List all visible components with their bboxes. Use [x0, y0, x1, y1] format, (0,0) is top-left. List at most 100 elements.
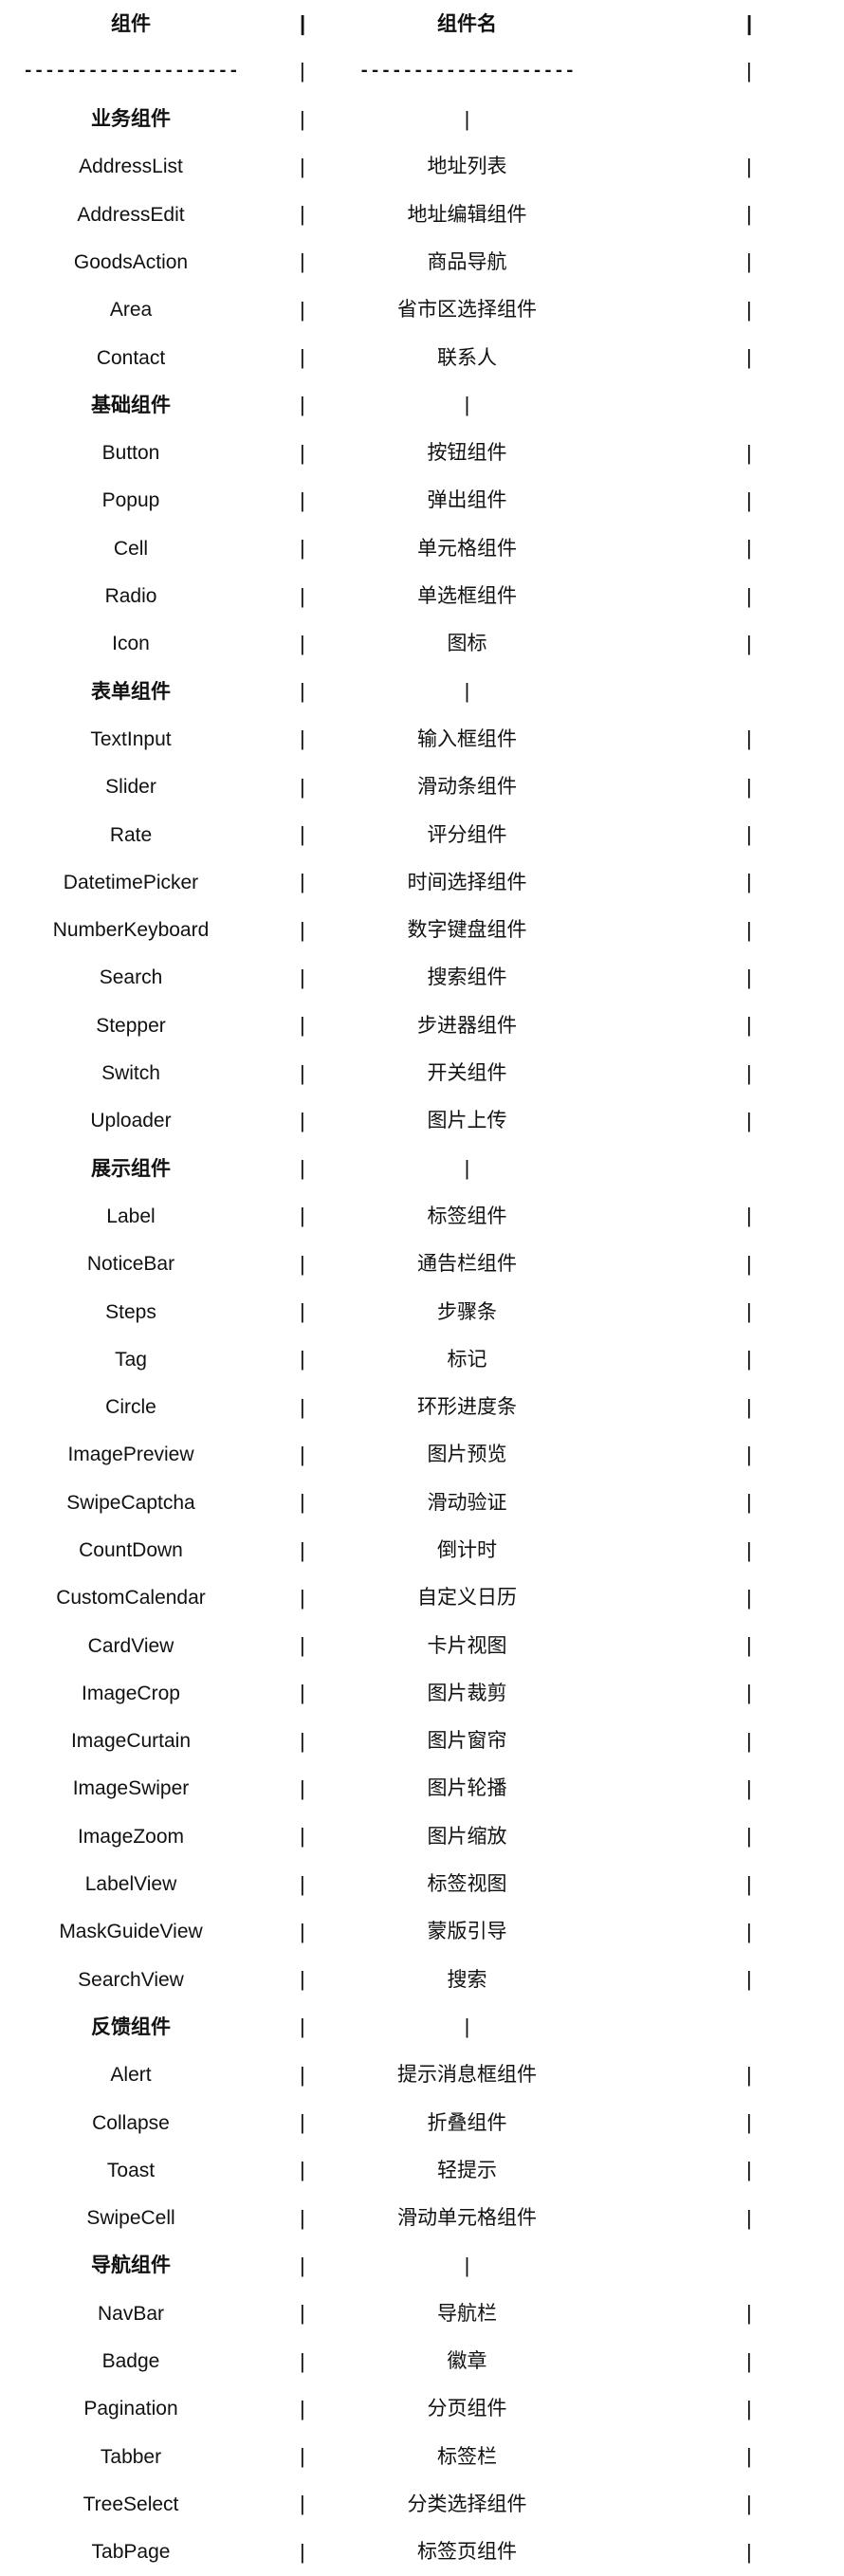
pipe-delimiter: | [300, 2205, 305, 2230]
pipe-delimiter: | [300, 2062, 305, 2087]
group-desc-empty: | [319, 2242, 746, 2290]
pipe-delimiter: | [746, 345, 752, 370]
row-pipe-1: | [300, 2003, 319, 2051]
pipe-delimiter: | [746, 1060, 752, 1085]
separator-pipe-1: | [300, 47, 319, 95]
row-pipe-2: | [746, 2529, 844, 2576]
table-row: ImagePreview | 图片预览 | [0, 1431, 844, 1479]
table-row: Toast | 轻提示 | [0, 2146, 844, 2194]
component-name: CardView [87, 1634, 174, 1657]
row-pipe-2: | [746, 191, 844, 238]
component-name: Toast [106, 2159, 156, 2181]
pipe-delimiter: | [300, 1394, 305, 1419]
pipe-delimiter: | [300, 1251, 305, 1276]
component-description: 分页组件 [427, 2398, 507, 2420]
row-pipe-1: | [300, 858, 319, 906]
table-group-row: 基础组件 | | [0, 381, 844, 429]
pipe-delimiter: | [746, 1633, 752, 1658]
row-pipe-2: | [746, 1097, 844, 1145]
pipe-delimiter: | [300, 2444, 305, 2469]
component-name: NoticeBar [86, 1253, 175, 1276]
component-name: Pagination [83, 2398, 178, 2420]
row-pipe-1: | [300, 1527, 319, 1574]
row-pipe-2: | [746, 2195, 844, 2242]
component-name: AddressEdit [77, 203, 185, 226]
row-pipe-2: | [746, 1669, 844, 1717]
row-pipe-1: | [300, 1861, 319, 1908]
row-pipe-2: | [746, 238, 844, 285]
pipe-delimiter: | [300, 1347, 305, 1371]
row-pipe-2: | [746, 2480, 844, 2528]
component-description: 弹出组件 [427, 489, 507, 512]
pipe-delimiter: | [300, 345, 305, 370]
component-description: 标签页组件 [417, 2541, 517, 2564]
row-pipe-2: | [746, 858, 844, 906]
component-name: Collapse [92, 2111, 170, 2134]
pipe-delimiter: | [746, 2301, 752, 2326]
component-name: NumberKeyboard [52, 919, 210, 942]
component-name: CustomCalendar [56, 1587, 206, 1610]
pipe-delimiter: | [746, 1824, 752, 1849]
row-pipe-2: | [746, 1718, 844, 1765]
component-name: TreeSelect [83, 2493, 179, 2515]
component-name: Label [106, 1205, 156, 1227]
table-row: Radio | 单选框组件 | [0, 573, 844, 620]
pipe-delimiter: | [746, 1490, 752, 1515]
component-description: 卡片视图 [427, 1634, 507, 1657]
row-pipe-2: | [746, 143, 844, 191]
row-pipe-1: | [300, 1431, 319, 1479]
component-name: Cell [113, 537, 149, 560]
component-name: AddressList [79, 156, 183, 178]
table-row: Icon | 图标 | [0, 620, 844, 668]
component-name: SwipeCell [86, 2207, 175, 2230]
row-pipe-1: | [300, 1718, 319, 1765]
pipe-delimiter: | [746, 631, 752, 655]
component-name: Stepper [96, 1014, 166, 1037]
row-pipe-2-empty [746, 1145, 844, 1192]
row-pipe-1: | [300, 1192, 319, 1240]
pipe-delimiter: | [746, 2492, 752, 2516]
pipe-delimiter: | [746, 1585, 752, 1610]
row-pipe-2: | [746, 1861, 844, 1908]
pipe-delimiter: | [746, 2062, 752, 2087]
component-description: 滑动条组件 [417, 776, 517, 799]
component-name: Steps [105, 1300, 156, 1323]
pipe-delimiter: | [300, 1585, 305, 1610]
pipe-delimiter: | [300, 679, 305, 704]
table-row: DatetimePicker | 时间选择组件 | [0, 858, 844, 906]
pipe-delimiter: | [746, 1394, 752, 1419]
table-row: NavBar | 导航栏 | [0, 2290, 844, 2337]
pipe-delimiter: | [300, 249, 305, 274]
pipe-delimiter: | [746, 774, 752, 799]
pipe-delimiter: | [746, 1967, 752, 1992]
table-row: CardView | 卡片视图 | [0, 1622, 844, 1669]
component-name: Button [101, 442, 160, 465]
pipe-delimiter: | [300, 1156, 305, 1181]
component-name: ImageCurtain [70, 1730, 192, 1753]
component-description: 单选框组件 [417, 585, 517, 608]
component-description: 图片上传 [427, 1110, 507, 1132]
row-pipe-1: | [300, 286, 319, 334]
pipe-delimiter: | [746, 1871, 752, 1896]
table-row: Area | 省市区选择组件 | [0, 286, 844, 334]
pipe-delimiter: | [300, 1108, 305, 1132]
row-pipe-1: | [300, 1335, 319, 1383]
component-description: 步骤条 [437, 1300, 497, 1323]
pipe-delimiter: | [300, 1824, 305, 1849]
row-pipe-1: | [300, 2385, 319, 2433]
table-row: Switch | 开关组件 | [0, 1050, 844, 1097]
component-name: CountDown [79, 1539, 183, 1561]
component-name: TextInput [90, 727, 172, 750]
table-body: 组件 | 组件名 | -------------------- | ------------… [0, 0, 844, 2576]
component-name: Area [109, 299, 153, 322]
row-pipe-2: | [746, 2146, 844, 2194]
row-pipe-2: | [746, 1241, 844, 1288]
table-row: ImageCurtain | 图片窗帘 | [0, 1718, 844, 1765]
pipe-delimiter: | [464, 1156, 470, 1181]
pipe-delimiter: | [300, 2110, 305, 2135]
table-row: CustomCalendar | 自定义日历 | [0, 1574, 844, 1622]
component-name: MaskGuideView [59, 1921, 203, 1943]
component-description: 地址列表 [427, 156, 507, 178]
row-pipe-2: | [746, 524, 844, 572]
row-pipe-2: | [746, 811, 844, 858]
